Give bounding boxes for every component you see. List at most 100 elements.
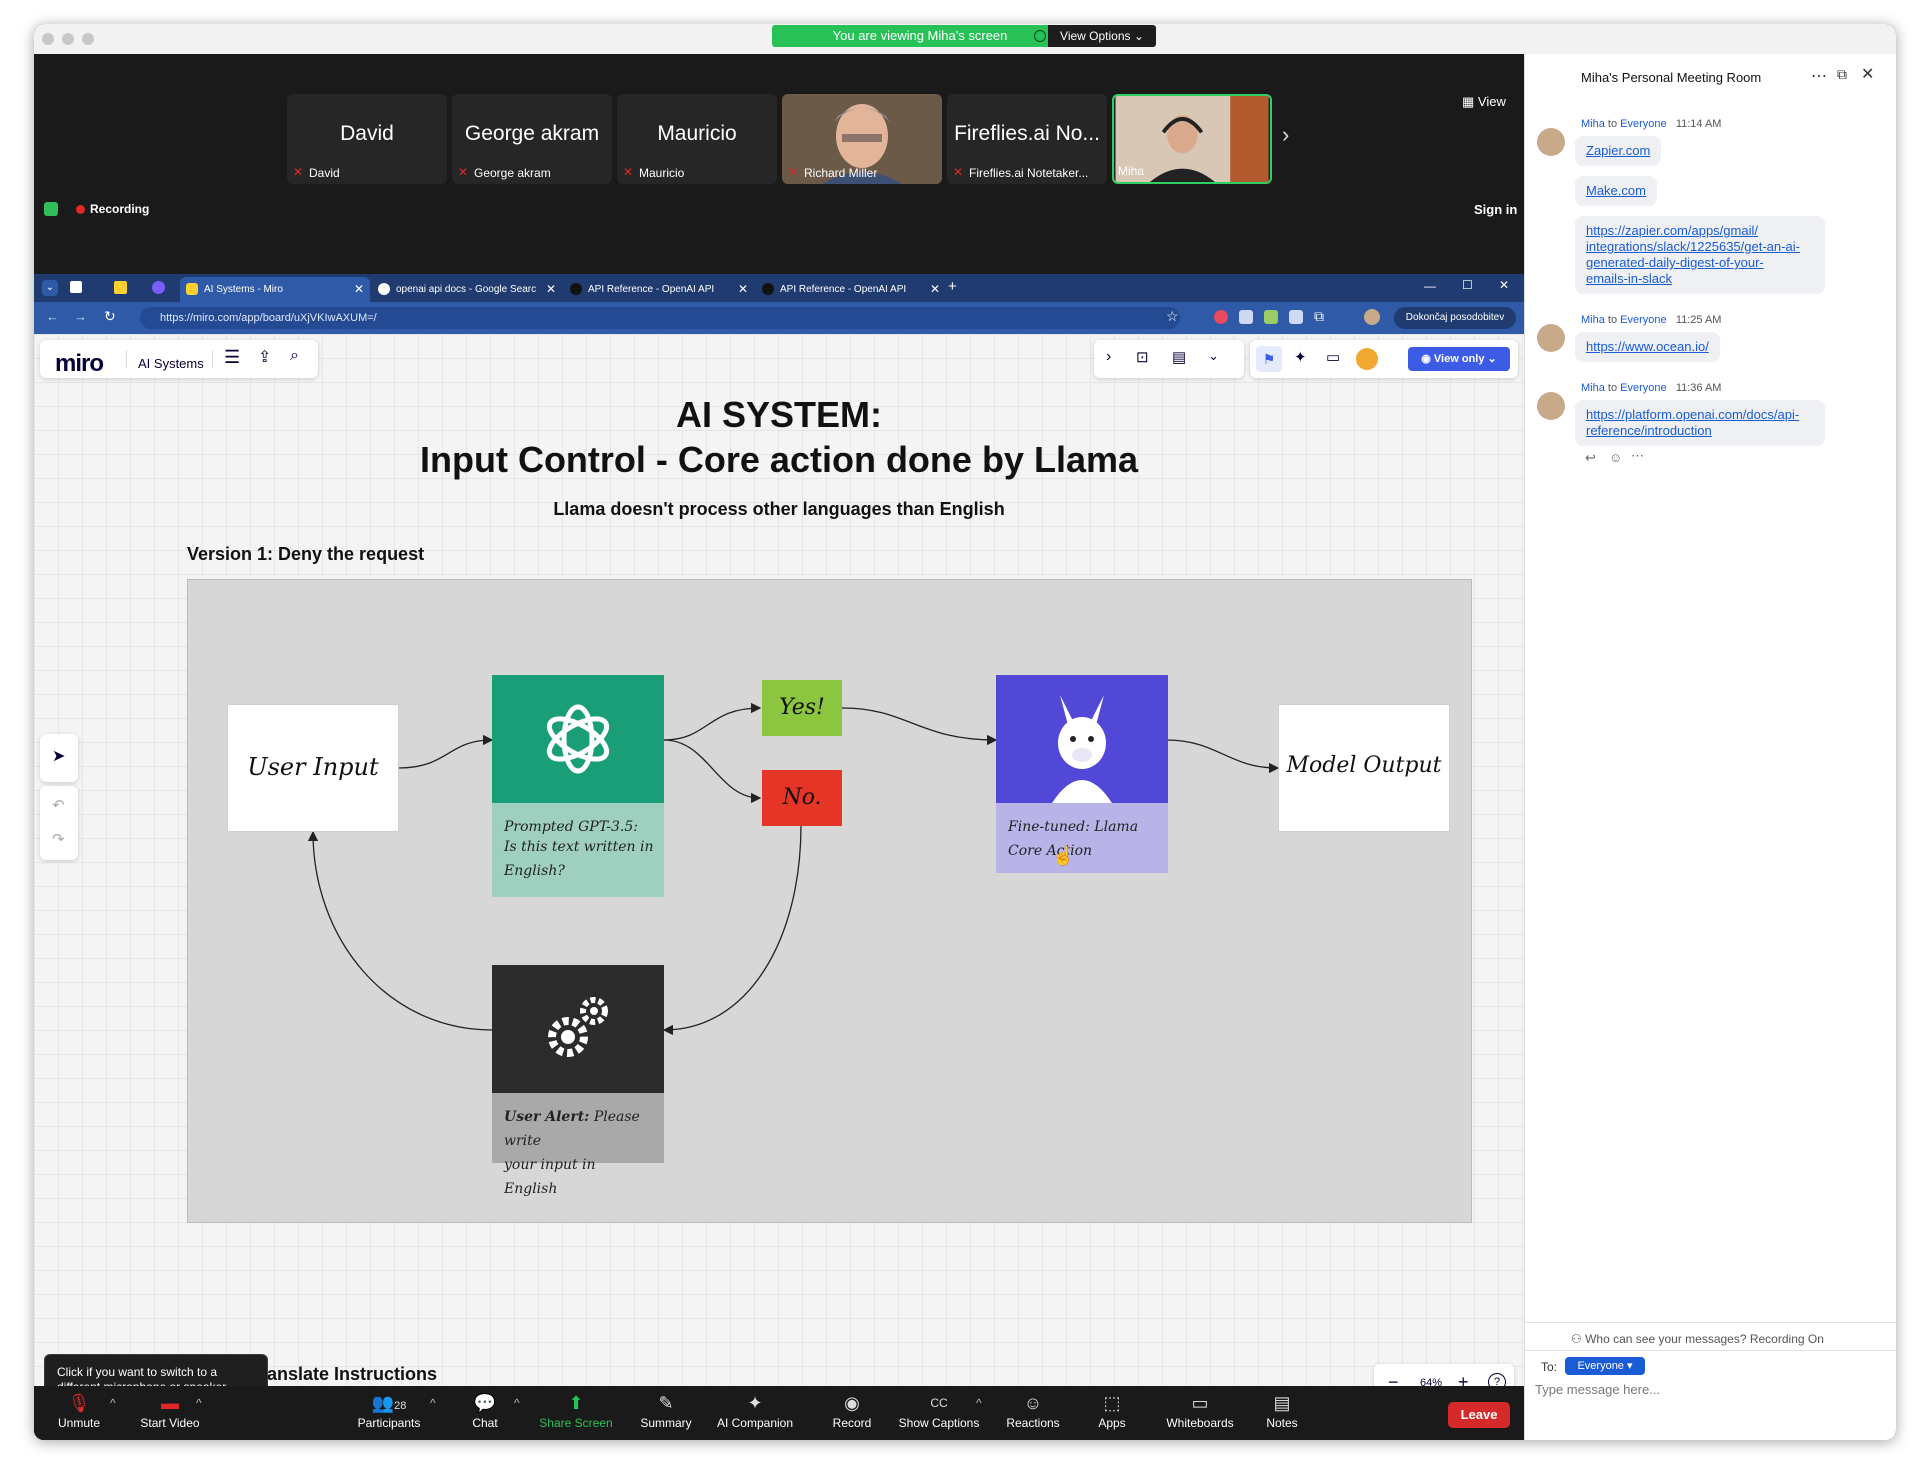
view-button[interactable]: ▦ View (1462, 94, 1506, 110)
comment-icon[interactable]: ▭ (1326, 348, 1340, 366)
model-output-node[interactable]: Model Output (1278, 704, 1450, 832)
close-icon[interactable]: ✕ (1861, 64, 1874, 84)
message-link[interactable]: https://www.ocean.io/ (1586, 339, 1709, 354)
notes-button[interactable]: ▤ Notes (1260, 1386, 1304, 1440)
audio-options-chevron-icon[interactable]: ^ (110, 1396, 116, 1410)
sender-avatar[interactable] (1537, 128, 1565, 156)
cursor-select-icon[interactable]: ➤ (52, 746, 65, 766)
message-link[interactable]: Zapier.com (1586, 143, 1650, 158)
participants-options-chevron-icon[interactable]: ^ (430, 1396, 436, 1410)
camera-extension-icon[interactable] (1289, 310, 1303, 324)
llama-caption-card[interactable]: Fine-tuned: Llama Core Action (996, 803, 1168, 873)
undo-icon[interactable]: ↶ (52, 796, 65, 814)
sidebar-icon[interactable] (70, 281, 82, 293)
minimize-traffic-light[interactable] (62, 33, 74, 45)
summary-button[interactable]: ✎ Summary (634, 1386, 698, 1440)
close-tab-icon[interactable]: ✕ (354, 277, 364, 302)
url-input[interactable]: https://miro.com/app/board/uXjVKIwAXUM=/ (140, 307, 1180, 329)
redo-icon[interactable]: ↷ (52, 830, 65, 848)
no-sticky[interactable]: No. (762, 770, 842, 826)
reactions-button[interactable]: ☺ Reactions (1000, 1386, 1066, 1440)
extension-icon[interactable] (1264, 310, 1278, 324)
ai-companion-button[interactable]: ✦ AI Companion (710, 1386, 800, 1440)
sign-in-link[interactable]: Sign in (1474, 202, 1517, 217)
participant-tile-miha[interactable]: Miha (1112, 94, 1272, 184)
user-avatar[interactable] (1356, 348, 1378, 370)
view-only-button[interactable]: ◉ View only ⌄ (1408, 347, 1510, 371)
sender-avatar[interactable] (1537, 392, 1565, 420)
extension-tab-icon[interactable] (152, 281, 165, 294)
participant-tile-fireflies[interactable]: Fireflies.ai No... ✕ Fireflies.ai Noteta… (947, 94, 1107, 184)
unmute-button[interactable]: 🎙 Unmute (46, 1386, 112, 1440)
diagram-frame[interactable]: User Input Prompted GPT-3.5: Is this tex… (187, 579, 1472, 1223)
whiteboards-button[interactable]: ▭ Whiteboards (1158, 1386, 1242, 1440)
apps-button[interactable]: ⬚ Apps (1092, 1386, 1132, 1440)
close-tab-icon[interactable]: ✕ (930, 277, 940, 302)
reload-icon[interactable]: ↻ (104, 308, 116, 325)
message-link[interactable]: Make.com (1586, 183, 1646, 198)
miro-logo[interactable]: miro (55, 350, 104, 378)
frame-focus-icon[interactable]: ⊡ (1136, 348, 1149, 366)
search-icon[interactable]: ⌕ (290, 347, 299, 365)
share-upload-icon[interactable]: ⇪ (258, 347, 271, 367)
tab-api-reference-1[interactable]: API Reference - OpenAI API ✕ (564, 277, 754, 302)
participant-tile-richard[interactable]: ✕ Richard Miller (782, 94, 942, 184)
close-tab-icon[interactable]: ✕ (546, 277, 556, 302)
participant-tile-david[interactable]: David ✕ David (287, 94, 447, 184)
cursor-flag-icon[interactable]: ⚑ (1256, 346, 1282, 372)
message-link-line[interactable]: integrations/slack/1225635/get-an-ai- (1586, 239, 1800, 254)
chat-options-chevron-icon[interactable]: ^ (514, 1396, 520, 1410)
video-options-chevron-icon[interactable]: ^ (196, 1396, 202, 1410)
miro-pinned-tab-icon[interactable] (114, 281, 127, 294)
yes-sticky[interactable]: Yes! (762, 680, 842, 736)
participant-tile-george[interactable]: George akram ✕ George akram (452, 94, 612, 184)
message-link-line[interactable]: reference/introduction (1586, 423, 1712, 438)
message-link-line[interactable]: https://zapier.com/apps/gmail/ (1586, 223, 1758, 238)
bookmark-star-icon[interactable]: ☆ (1166, 308, 1179, 325)
close-window-icon[interactable]: ✕ (1499, 278, 1509, 292)
celebrate-icon[interactable]: ✦ (1294, 348, 1307, 366)
chevron-double-down-icon[interactable]: ⌄ (1208, 348, 1219, 364)
sender-name[interactable]: Miha (1581, 314, 1605, 326)
back-icon[interactable]: ← (46, 309, 59, 324)
add-reaction-icon[interactable]: ☺ (1609, 450, 1622, 465)
extension-icon[interactable] (1214, 310, 1228, 324)
view-options-button[interactable]: View Options ⌄ (1048, 25, 1156, 47)
close-tab-icon[interactable]: ✕ (738, 277, 748, 302)
close-traffic-light[interactable] (42, 33, 54, 45)
tab-google-search[interactable]: openai api docs - Google Searc ✕ (372, 277, 562, 302)
extension-icon[interactable] (1239, 310, 1253, 324)
tab-ai-systems-miro[interactable]: AI Systems - Miro ✕ (180, 277, 370, 302)
message-visibility-note[interactable]: ⚇ Who can see your messages? Recording O… (1571, 1332, 1824, 1346)
recording-label[interactable]: Recording (90, 202, 149, 216)
user-input-node[interactable]: User Input (227, 704, 399, 832)
extensions-puzzle-icon[interactable]: ⧉ (1314, 308, 1324, 325)
record-button[interactable]: ◉ Record (826, 1386, 878, 1440)
chat-button[interactable]: 💬 Chat (460, 1386, 510, 1440)
shield-icon[interactable] (44, 202, 58, 216)
chevron-right-icon[interactable]: › (1282, 122, 1289, 148)
more-icon[interactable]: ⋯ (1631, 448, 1644, 464)
participant-tile-mauricio[interactable]: Mauricio ✕ Mauricio (617, 94, 777, 184)
maximize-window-icon[interactable]: ☐ (1462, 278, 1473, 292)
chevron-right-icon[interactable]: › (1106, 348, 1111, 366)
sender-avatar[interactable] (1537, 324, 1565, 352)
sender-name[interactable]: Miha (1581, 382, 1605, 394)
gpt-node[interactable] (492, 675, 664, 803)
user-alert-node[interactable] (492, 965, 664, 1093)
forward-icon[interactable]: → (74, 309, 87, 324)
notes-icon[interactable]: ▤ (1172, 348, 1186, 366)
message-link-line[interactable]: https://platform.openai.com/docs/api- (1586, 407, 1799, 422)
llama-node[interactable] (996, 675, 1168, 803)
board-name[interactable]: AI Systems (138, 356, 204, 371)
finish-update-button[interactable]: Dokončaj posodobitev (1394, 307, 1516, 329)
captions-options-chevron-icon[interactable]: ^ (976, 1396, 982, 1410)
tab-menu-icon[interactable]: ⌄ (42, 280, 58, 296)
zoom-traffic-light[interactable] (82, 33, 94, 45)
more-options-icon[interactable]: ⋯ (1811, 66, 1827, 86)
new-tab-icon[interactable]: + (948, 278, 957, 295)
chat-message-input[interactable]: Type message here... (1535, 1382, 1660, 1397)
message-link-line[interactable]: emails-in-slack (1586, 271, 1672, 286)
message-link-line[interactable]: generated-daily-digest-of-your- (1586, 255, 1764, 270)
menu-icon[interactable]: ☰ (224, 347, 240, 368)
